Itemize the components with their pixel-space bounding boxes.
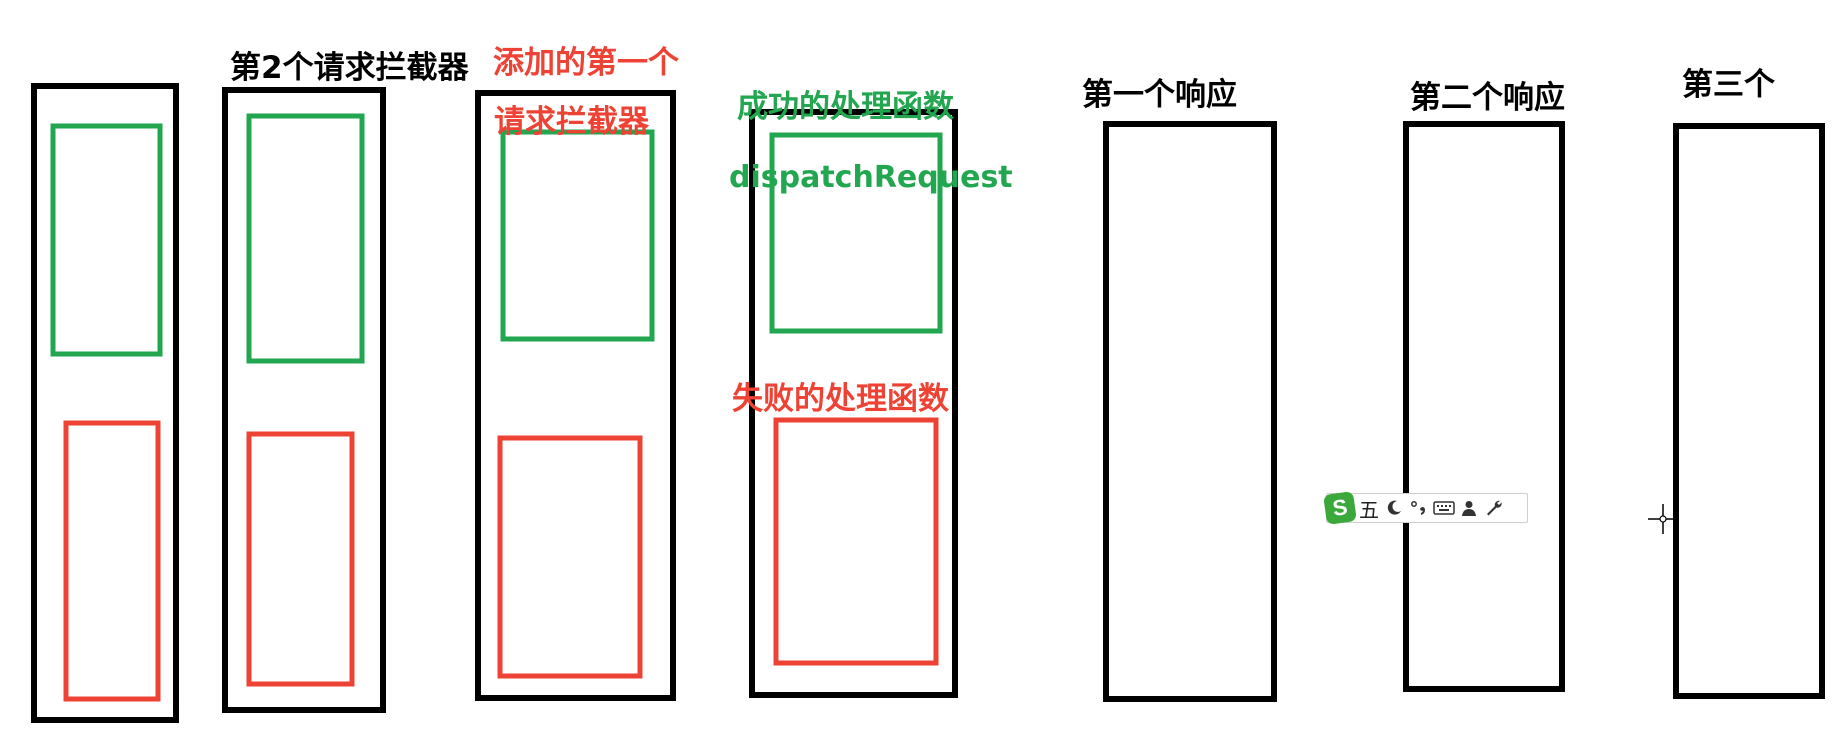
column-3-failure-box	[497, 435, 643, 679]
moon-icon[interactable]	[1383, 495, 1405, 521]
ime-toolbar[interactable]: S 五	[1323, 491, 1528, 525]
column-1-failure-box	[63, 420, 161, 702]
label-first-added-line2: 请求拦截器	[494, 104, 649, 140]
column-4-failure-box	[773, 417, 939, 666]
column-2-failure-box	[246, 431, 355, 687]
wrench-icon[interactable]	[1483, 495, 1505, 521]
input-mode-button[interactable]: 五	[1358, 495, 1380, 522]
column-6-outer-box	[1403, 121, 1565, 692]
user-icon[interactable]	[1458, 495, 1480, 521]
column-3-success-box	[500, 129, 655, 342]
label-first-response: 第一个响应	[1082, 77, 1237, 113]
column-7-outer-box	[1673, 123, 1825, 699]
punctuation-icon[interactable]	[1408, 495, 1430, 521]
label-second-response: 第二个响应	[1410, 80, 1565, 116]
keyboard-icon[interactable]	[1433, 495, 1455, 521]
label-third: 第三个	[1682, 67, 1775, 103]
label-failure-handler: 失败的处理函数	[732, 381, 949, 417]
label-dispatch-request: dispatchRequest	[729, 160, 1013, 195]
column-5-outer-box	[1103, 121, 1277, 702]
sogou-logo-icon[interactable]: S	[1323, 491, 1357, 525]
column-2-success-box	[246, 113, 365, 364]
column-3-outer-box	[475, 90, 676, 701]
label-second-interceptor: 第2个请求拦截器	[230, 50, 469, 86]
label-first-added-line1: 添加的第一个	[493, 45, 679, 81]
column-1-success-box	[50, 123, 163, 357]
crosshair-cursor-icon	[1648, 504, 1678, 534]
label-success-handler: 成功的处理函数	[737, 89, 954, 125]
